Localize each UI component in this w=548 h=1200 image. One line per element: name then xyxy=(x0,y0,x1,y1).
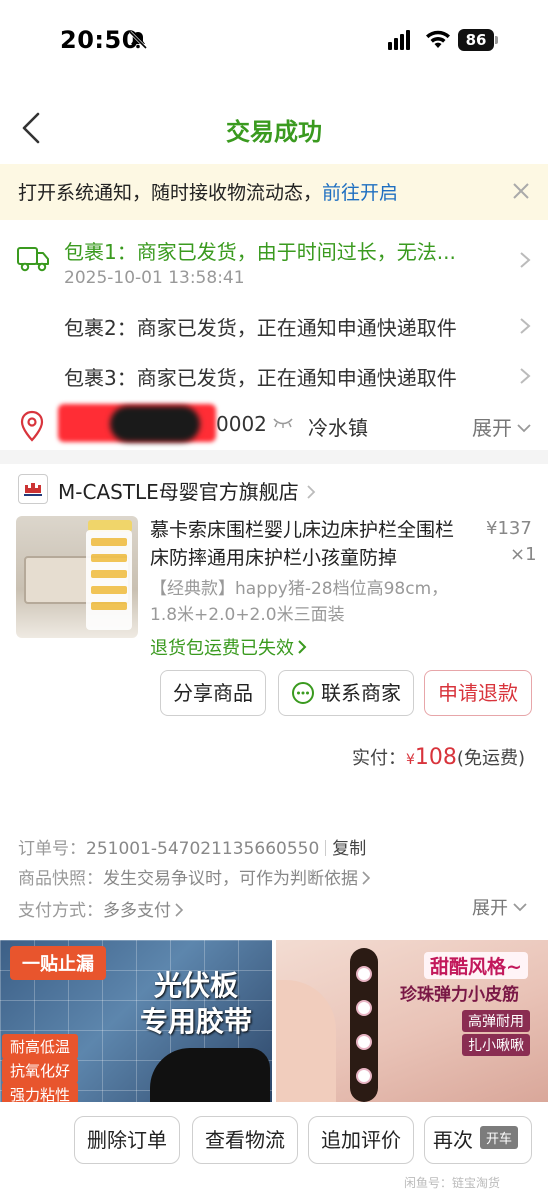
separator xyxy=(325,840,327,856)
product-image-panel xyxy=(86,530,132,630)
chat-bubble-icon xyxy=(292,682,314,704)
notice-message: 打开系统通知，随时接收物流动态， xyxy=(18,182,323,204)
delete-order-button[interactable]: 删除订单 xyxy=(74,1116,180,1164)
payment-summary: 实付：¥108(免运费) xyxy=(352,744,525,770)
snapshot-label: 商品快照： xyxy=(18,869,103,889)
package-2-status[interactable]: 包裹2：商家已发货，正在通知申通快递取件 xyxy=(64,312,457,341)
ad-headline-line-1: 光伏板 xyxy=(154,969,239,1002)
snapshot-value: 发生交易争议时，可作为判断依据 xyxy=(103,869,358,889)
expand-label: 展开 xyxy=(472,416,512,440)
chevron-right-icon[interactable] xyxy=(518,316,532,336)
wifi-icon xyxy=(426,30,450,48)
package-1-time: 2025-10-01 13:58:41 xyxy=(64,268,245,288)
expand-order-info-toggle[interactable]: 展开 xyxy=(472,894,528,920)
status-bar: 20:50 86 xyxy=(0,0,548,82)
payment-method-row[interactable]: 支付方式：多多支付 xyxy=(18,896,185,921)
castle-logo-icon xyxy=(24,483,42,496)
address-row[interactable]: 0002 冷水镇 展开 xyxy=(0,402,548,448)
truck-icon xyxy=(17,247,49,272)
chevron-right-icon xyxy=(307,485,316,499)
close-icon[interactable] xyxy=(510,180,532,202)
product-thumbnail[interactable] xyxy=(16,516,138,638)
shop-name-link[interactable]: M-CASTLE母婴官方旗舰店 xyxy=(58,476,317,505)
paid-amount: 108 xyxy=(414,745,457,770)
cellular-signal-icon xyxy=(388,30,410,50)
return-note-text: 退货包运费已失效 xyxy=(150,638,294,659)
address-town: 冷水镇 xyxy=(308,416,368,440)
enable-notification-link[interactable]: 前往开启 xyxy=(322,182,398,204)
ad-headline-line-2: 专用胶带 xyxy=(140,1005,253,1038)
share-product-button[interactable]: 分享商品 xyxy=(160,670,266,716)
payment-method-value: 多多支付 xyxy=(103,901,171,921)
snapshot-row[interactable]: 商品快照：发生交易争议时，可作为判断依据 xyxy=(18,864,372,889)
nav-bar: 交易成功 xyxy=(0,96,548,160)
glove-graphic xyxy=(150,1048,270,1102)
ad-headline: 光伏板 专用胶带 xyxy=(140,968,252,1040)
paid-label: 实付： xyxy=(352,748,406,769)
ad-feature-chip: 抗氧化好 xyxy=(2,1058,79,1083)
ad-title: 甜酷风格~ xyxy=(424,952,528,979)
product-quantity: ×1 xyxy=(510,544,537,565)
chevron-right-icon[interactable] xyxy=(518,250,532,270)
section-divider xyxy=(0,450,548,464)
chevron-right-icon[interactable] xyxy=(518,366,532,386)
ad-feature-chip: 高弹耐用 xyxy=(462,1010,530,1032)
product-spec: 【经典款】happy猪-28档位高98cm，1.8米+2.0+2.0米三面装 xyxy=(150,579,449,625)
expand-label: 展开 xyxy=(472,898,508,919)
ad-feature-chip: 强力粘性 xyxy=(2,1082,79,1102)
notice-text: 打开系统通知，随时接收物流动态，前往开启 xyxy=(18,178,398,205)
notification-banner: 打开系统通知，随时接收物流动态，前往开启 xyxy=(0,164,548,220)
mute-bell-icon xyxy=(128,30,148,50)
package-1-status[interactable]: 包裹1：商家已发货，由于时间过长，无法... xyxy=(64,236,456,265)
package-3-status[interactable]: 包裹3：商家已发货，正在通知申通快递取件 xyxy=(64,362,457,391)
ad-feature-chip: 耐高低温 xyxy=(2,1034,79,1059)
pearl-bead xyxy=(356,966,372,982)
shipping-note: (免运费) xyxy=(456,748,525,769)
return-shipping-note[interactable]: 退货包运费已失效 xyxy=(150,634,308,660)
model-face-graphic xyxy=(276,980,336,1102)
redaction-mark xyxy=(110,406,200,442)
chevron-down-icon xyxy=(517,424,531,433)
pearl-bead xyxy=(356,1000,372,1016)
battery-indicator: 86 xyxy=(458,29,494,51)
floating-badge[interactable]: 开车 xyxy=(480,1126,519,1149)
chevron-right-icon xyxy=(362,871,371,885)
product-price: ¥137 xyxy=(486,518,532,539)
chevron-right-icon xyxy=(175,903,184,917)
eye-closed-icon[interactable] xyxy=(272,416,294,430)
order-number-row: 订单号：251001-547021135660550 复制 xyxy=(18,834,366,859)
location-pin-icon xyxy=(20,410,44,442)
order-number-label: 订单号： xyxy=(18,839,86,859)
add-review-button[interactable]: 追加评价 xyxy=(308,1116,414,1164)
order-number: 251001-547021135660550 xyxy=(86,839,320,859)
copy-order-number-button[interactable]: 复制 xyxy=(332,839,366,859)
recommended-product-card[interactable]: 甜酷风格~ 珍珠弹力小皮筋 高弹耐用 扎小啾啾 xyxy=(276,940,548,1102)
pearl-bead xyxy=(356,1068,372,1084)
view-logistics-button[interactable]: 查看物流 xyxy=(192,1116,298,1164)
ad-tag: 一贴止漏 xyxy=(10,946,106,980)
page-title: 交易成功 xyxy=(226,118,322,146)
contact-merchant-label: 联系商家 xyxy=(321,681,401,705)
request-refund-button[interactable]: 申请退款 xyxy=(424,670,532,716)
section-spacer xyxy=(0,790,548,812)
chevron-right-icon xyxy=(298,640,307,654)
shop-logo xyxy=(18,474,48,504)
ad-subtitle: 珍珠弹力小皮筋 xyxy=(400,985,519,1005)
recommended-product-card[interactable]: 一贴止漏 光伏板 专用胶带 耐高低温 抗氧化好 强力粘性 xyxy=(0,940,272,1102)
payment-method-label: 支付方式： xyxy=(18,901,103,921)
shop-name: M-CASTLE母婴官方旗舰店 xyxy=(58,480,299,504)
chevron-down-icon xyxy=(513,903,527,912)
contact-merchant-button[interactable]: 联系商家 xyxy=(278,670,414,716)
currency-symbol: ¥ xyxy=(406,752,415,768)
ad-feature-chip: 扎小啾啾 xyxy=(462,1034,530,1056)
product-title[interactable]: 慕卡索床围栏婴儿床边床护栏全围栏床防摔通用床护栏小孩童防掉 xyxy=(150,516,470,572)
pearl-bead xyxy=(356,1034,372,1050)
expand-address-toggle[interactable]: 展开 xyxy=(472,412,532,441)
battery-tip xyxy=(495,36,498,44)
phone-tail: 0002 xyxy=(216,412,267,436)
watermark: 闲鱼号：链宝淘货 xyxy=(404,1176,501,1190)
